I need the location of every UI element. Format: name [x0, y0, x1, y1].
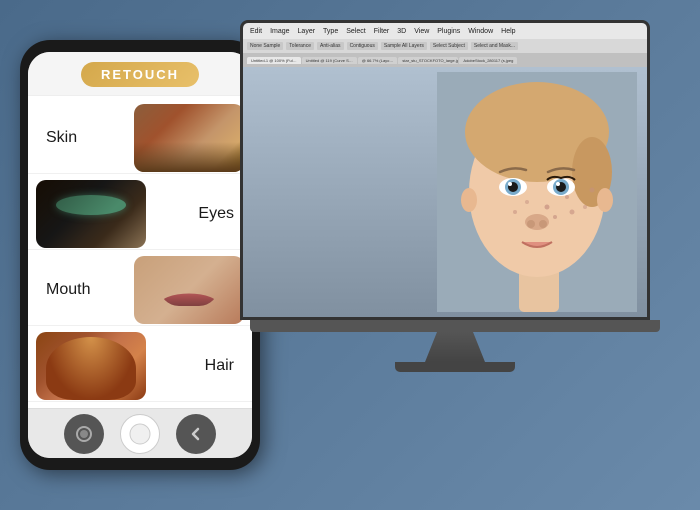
menu-list: Skin Eyes Mouth [28, 96, 252, 408]
menu-layer[interactable]: Layer [295, 28, 319, 35]
list-item[interactable]: Mouth [28, 254, 252, 326]
record-icon [75, 425, 93, 443]
menu-view[interactable]: View [411, 28, 432, 35]
list-item[interactable]: Hair [28, 330, 252, 402]
menu-select[interactable]: Select [343, 28, 368, 35]
menu-filter[interactable]: Filter [371, 28, 393, 35]
monitor-screen: Edit Image Layer Type Select Filter 3D V… [240, 20, 650, 320]
list-item[interactable]: Skin [28, 102, 252, 174]
toolbar-select-mask[interactable]: Select and Mask... [471, 42, 518, 50]
menu-3d[interactable]: 3D [394, 28, 409, 35]
monitor-toolbar: None Sample Tolerance Anti-alias Contigu… [243, 39, 647, 53]
phone-header: RETOUCH [28, 52, 252, 96]
menu-window[interactable]: Window [465, 28, 496, 35]
toolbar-sample-all[interactable]: Sample All Layers [381, 42, 427, 50]
menu-edit[interactable]: Edit [247, 28, 265, 35]
hair-thumbnail [36, 332, 146, 400]
photo-icon [129, 423, 151, 445]
toolbar-tolerance[interactable]: Tolerance [286, 42, 314, 50]
menu-type[interactable]: Type [320, 28, 341, 35]
monitor-menubar: Edit Image Layer Type Select Filter 3D V… [243, 23, 647, 39]
monitor-bottom-edge [250, 320, 660, 332]
toolbar-sample[interactable]: None Sample [247, 42, 283, 50]
back-button[interactable] [176, 414, 216, 454]
tab-1[interactable]: Untitled-1 @ 100% (Ful… [247, 57, 301, 64]
monitor-stand-assembly [240, 320, 670, 372]
monitor-base [395, 362, 515, 372]
retouch-badge: RETOUCH [81, 62, 199, 87]
phone-bottom-bar [28, 408, 252, 458]
monitor-stand [425, 332, 485, 362]
toolbar-contiguous[interactable]: Contiguous [347, 42, 378, 50]
tab-4[interactable]: star_stu_STOCKFOTO_large.jpg [398, 57, 458, 64]
eyes-image [36, 180, 146, 248]
skin-image [134, 104, 244, 172]
tab-2[interactable]: Untitled @ 119 (Curve S… [302, 57, 357, 64]
list-item[interactable]: Eyes [28, 178, 252, 250]
mouth-label: Mouth [36, 281, 134, 299]
record-button[interactable] [64, 414, 104, 454]
toolbar-antialias[interactable]: Anti-alias [317, 42, 344, 50]
mouth-thumbnail [134, 256, 244, 324]
monitor-content [243, 67, 647, 317]
face-container [243, 67, 647, 317]
skin-label: Skin [36, 129, 134, 147]
phone: RETOUCH Skin Eyes Mouth [20, 40, 260, 470]
menu-image[interactable]: Image [267, 28, 292, 35]
monitor: Edit Image Layer Type Select Filter 3D V… [240, 20, 670, 380]
hair-image [36, 332, 146, 400]
tab-3[interactable]: @ 66.7% (Layo… [358, 57, 398, 64]
mouth-image [134, 256, 244, 324]
hair-label: Hair [146, 357, 244, 375]
chevron-left-icon [187, 425, 205, 443]
eyes-label: Eyes [146, 205, 244, 223]
skin-thumbnail [134, 104, 244, 172]
menu-help[interactable]: Help [498, 28, 518, 35]
phone-screen: RETOUCH Skin Eyes Mouth [28, 52, 252, 458]
toolbar-select-subject[interactable]: Select Subject [430, 42, 468, 50]
tab-5[interactable]: AdobeStock_280117 (s.jpeg [459, 57, 517, 64]
face-portrait-svg [437, 72, 637, 312]
photo-button[interactable] [120, 414, 160, 454]
menu-plugins[interactable]: Plugins [434, 28, 463, 35]
monitor-tabs: Untitled-1 @ 100% (Ful… Untitled @ 119 (… [243, 53, 647, 67]
eyes-thumbnail [36, 180, 146, 248]
